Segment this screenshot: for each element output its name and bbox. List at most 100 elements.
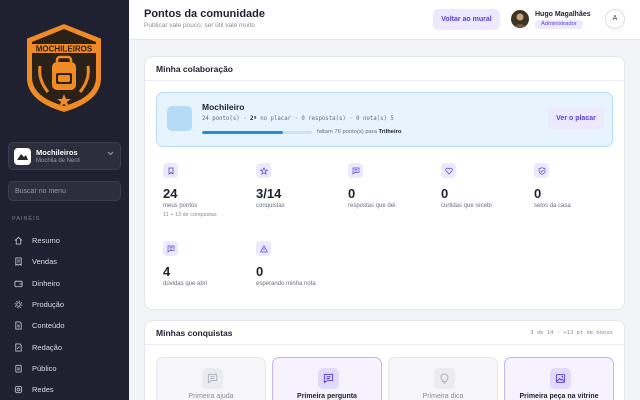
sidebar-nav: Resumo Vendas Dinheiro Produção Conteúdo… <box>8 230 121 400</box>
user-name: Hugo Magalhães <box>535 11 591 18</box>
tier-rank: 2º <box>249 116 257 122</box>
view-leaderboard-button[interactable]: Ver o placar <box>548 108 604 129</box>
achievement-first-help[interactable]: Primeira ajuda <box>156 357 266 400</box>
stat-label: dúvidas que abri <box>163 281 208 287</box>
stat-label: curtidas que recebi <box>441 203 492 209</box>
achievement-first-tip[interactable]: Primeira dica <box>388 357 498 400</box>
achievements-card: Minhas conquistas 3 de 14 · +13 pt de bô… <box>144 320 625 400</box>
achievement-name: Primeira dica <box>422 393 464 400</box>
chat-icon <box>318 368 339 389</box>
card-title: Minhas conquistas <box>156 328 233 338</box>
chevron-down-icon <box>107 151 114 158</box>
divider <box>145 80 624 81</box>
receipt-icon <box>15 257 22 267</box>
stat-answers: 0 respostas que dei <box>348 163 438 209</box>
achievement-name: Primeira peça na vitrine <box>519 393 599 400</box>
stat-label: esperando minha nota <box>256 281 316 287</box>
star-icon <box>256 163 271 178</box>
achievement-name: Primeira pergunta <box>297 393 357 400</box>
tier-stats: 24 ponto(s) · 2º no placar · 0 resposta(… <box>202 116 394 122</box>
image-icon <box>550 368 571 389</box>
stat-label: selos da casa <box>534 203 571 209</box>
sidebar-item-redes[interactable]: Redes <box>8 379 121 400</box>
page-title: Pontos da comunidade <box>144 8 266 20</box>
stat-value: 0 <box>534 186 542 201</box>
achievement-first-question[interactable]: Primeira pergunta <box>272 357 382 400</box>
stat-value: 4 <box>163 264 171 279</box>
stat-likes: 0 curtidas que recebi <box>441 163 531 209</box>
tier-badge <box>167 106 192 131</box>
page-subtitle: Publicar vale pouco; ser útil vale muito <box>144 22 255 29</box>
achievement-first-showcase[interactable]: Primeira peça na vitrine <box>504 357 614 400</box>
back-to-wall-button[interactable]: Voltar ao mural <box>433 9 500 30</box>
bookmark-icon <box>163 163 178 178</box>
tier-remaining: faltam 76 ponto(s) para Trilheiro <box>317 129 401 135</box>
stat-house-seals: 0 selos da casa <box>534 163 624 209</box>
shield-check-icon <box>534 163 549 178</box>
sidebar: MOCHILEIROS Mochileiros Mochila de Nerd … <box>0 0 129 400</box>
tier-name: Mochileiro <box>202 102 245 112</box>
top-header: Pontos da comunidade Publicar vale pouco… <box>129 0 640 40</box>
sidebar-item-label: Vendas <box>32 257 58 267</box>
stat-value: 24 <box>163 186 178 201</box>
instagram-icon <box>14 386 23 394</box>
sidebar-item-redacao[interactable]: Redação <box>8 336 121 357</box>
svg-text:MOCHILEIROS: MOCHILEIROS <box>36 45 93 54</box>
stat-note: 11 + 13 de conquistas <box>163 212 217 218</box>
store-subtitle: Mochila de Nerd <box>36 158 80 164</box>
sidebar-item-conteudo[interactable]: Conteúdo <box>8 315 121 336</box>
sidebar-item-dinheiro[interactable]: Dinheiro <box>8 273 121 294</box>
sidebar-item-label: Resumo <box>32 236 60 246</box>
stat-pending-ratings: 0 esperando minha nota <box>256 241 346 287</box>
home-icon <box>14 236 23 245</box>
stat-label: meus pontos <box>163 203 198 209</box>
sidebar-item-label: Público <box>32 363 57 373</box>
section-label: PAINÉIS <box>12 216 41 222</box>
tier-remaining-text: faltam 76 ponto(s) para <box>317 129 379 135</box>
sidebar-item-label: Redação <box>32 342 63 352</box>
store-avatar <box>14 148 31 165</box>
stat-label: respostas que dei <box>348 203 396 209</box>
account-button[interactable]: A <box>605 9 625 29</box>
achievement-name: Primeira ajuda <box>188 393 234 400</box>
user-role-badge: Administrador <box>535 20 583 29</box>
tier-stats-rest: no placar · 0 resposta(s) · 0 nota(s) 5 <box>256 116 394 122</box>
warning-icon <box>256 241 271 256</box>
document-icon <box>15 321 22 330</box>
clipboard-icon <box>15 364 22 373</box>
avatar[interactable] <box>511 10 529 28</box>
stat-questions: 4 dúvidas que abri <box>163 241 253 287</box>
card-title: Minha colaboração <box>156 64 233 74</box>
tier-next: Trilheiro <box>378 129 402 135</box>
stat-label: conquistas <box>256 203 285 209</box>
chat-icon <box>163 241 178 256</box>
sidebar-item-publico[interactable]: Público <box>8 358 121 379</box>
wallet-icon <box>14 280 23 287</box>
store-switcher[interactable]: Mochileiros Mochila de Nerd <box>8 142 121 170</box>
message-icon <box>202 368 223 389</box>
tier-progress-fill <box>202 131 284 134</box>
divider <box>145 344 624 345</box>
sidebar-item-producao[interactable]: Produção <box>8 294 121 315</box>
stat-achievements: 3/14 conquistas <box>256 163 346 209</box>
sidebar-item-label: Dinheiro <box>32 278 60 288</box>
heart-icon <box>441 163 456 178</box>
sidebar-item-label: Redes <box>32 385 54 395</box>
tier-summary: Mochileiro 24 ponto(s) · 2º no placar · … <box>156 92 613 147</box>
sidebar-item-resumo[interactable]: Resumo <box>8 230 121 251</box>
stat-points: 24 meus pontos 11 + 13 de conquistas <box>163 163 253 218</box>
tier-progress-bar <box>202 131 312 134</box>
gear-icon <box>14 300 23 309</box>
sidebar-item-label: Produção <box>32 300 65 310</box>
stat-value: 0 <box>441 186 449 201</box>
menu-search-input[interactable]: Buscar no menu <box>8 181 121 201</box>
store-name: Mochileiros <box>36 148 78 157</box>
mochileiros-logo[interactable]: MOCHILEIROS <box>22 20 106 116</box>
stat-value: 0 <box>348 186 356 201</box>
stat-value: 3/14 <box>256 186 282 201</box>
sidebar-item-vendas[interactable]: Vendas <box>8 251 121 272</box>
pen-icon <box>15 343 22 352</box>
stat-value: 0 <box>256 264 264 279</box>
collaboration-card: Minha colaboração Mochileiro 24 ponto(s)… <box>144 56 625 310</box>
tier-points: 24 ponto(s) · <box>202 116 250 122</box>
